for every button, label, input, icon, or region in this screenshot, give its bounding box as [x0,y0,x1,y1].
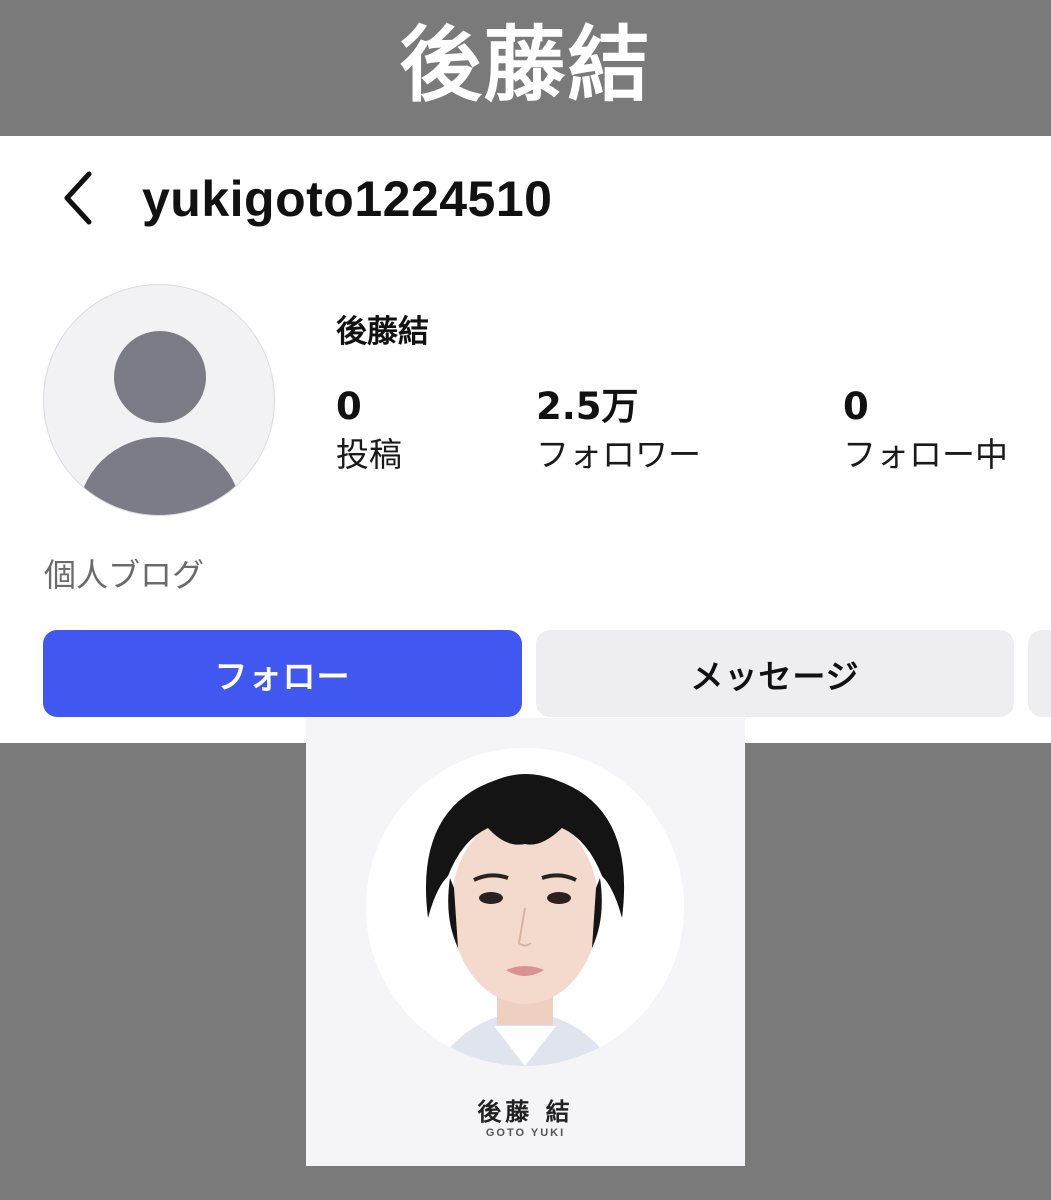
top-banner: 後藤結 [0,0,1051,136]
default-avatar-icon [43,284,275,516]
profile-username: yukigoto1224510 [142,171,553,227]
followers-count: 2.5万 [536,385,639,428]
posts-count: 0 [336,385,362,428]
profile-bio: 個人ブログ [44,556,205,594]
stat-following[interactable]: 0 フォロー中 [843,386,1008,476]
posts-label: 投稿 [336,435,402,474]
followers-label: フォロワー [536,435,701,474]
more-actions-button[interactable] [1028,630,1051,717]
profile-card: yukigoto1224510 後藤結 0 投稿 2.5万 フォロワー 0 フォ… [0,136,1051,743]
stat-followers[interactable]: 2.5万 フォロワー [536,386,701,476]
photo-card-romanized-name: GOTO YUKI [485,1127,566,1139]
portrait-photo [366,748,684,1066]
following-count: 0 [843,385,869,428]
banner-title: 後藤結 [399,18,652,113]
display-name: 後藤結 [336,314,429,350]
stat-posts[interactable]: 0 投稿 [336,386,402,476]
following-label: フォロー中 [843,435,1008,474]
profile-photo-card: 後藤 結 GOTO YUKI [306,718,745,1166]
back-chevron-icon[interactable] [52,168,102,228]
message-button[interactable]: メッセージ [536,630,1014,717]
follow-button[interactable]: フォロー [43,630,522,717]
photo-card-name: 後藤 結 [477,1098,574,1126]
